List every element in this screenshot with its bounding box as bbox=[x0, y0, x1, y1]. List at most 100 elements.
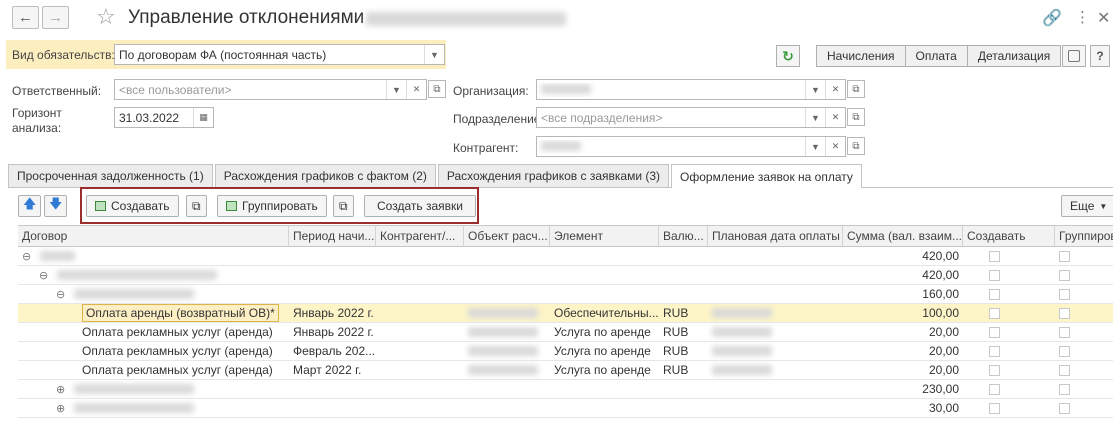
copy-create-button[interactable]: ⧉ bbox=[186, 195, 207, 217]
cell-contract[interactable]: ⊖ bbox=[18, 285, 289, 303]
cell-create[interactable] bbox=[963, 361, 1055, 379]
responsible-field[interactable]: <все пользователи> ▼ ✕ bbox=[114, 79, 427, 100]
tab-schedule-vs-fact[interactable]: Расхождения графиков с фактом (2) bbox=[214, 164, 436, 187]
col-period[interactable]: Период начи... bbox=[289, 226, 376, 246]
cell-create[interactable] bbox=[963, 247, 1055, 265]
more-button[interactable]: Еще ▼ bbox=[1061, 195, 1113, 217]
cell-planned-date[interactable] bbox=[708, 247, 843, 265]
cell-object[interactable] bbox=[464, 247, 550, 265]
cell-group[interactable] bbox=[1055, 361, 1113, 379]
cell-element[interactable] bbox=[550, 247, 659, 265]
create-checkbox[interactable] bbox=[988, 326, 1000, 338]
cell-contract[interactable]: ⊕ bbox=[18, 380, 289, 398]
cell-sum[interactable]: 420,00 bbox=[843, 247, 963, 265]
cell-counterparty[interactable] bbox=[376, 266, 464, 284]
col-sum[interactable]: Сумма (вал. взаим... bbox=[843, 226, 963, 246]
cell-period[interactable]: Январь 2022 г. bbox=[289, 323, 376, 341]
table-row[interactable]: ⊕ 30,00 bbox=[18, 399, 1113, 418]
cell-counterparty[interactable] bbox=[376, 361, 464, 379]
cell-element[interactable] bbox=[550, 380, 659, 398]
group-checkbox[interactable] bbox=[1059, 307, 1070, 319]
close-icon[interactable]: ✕ bbox=[1097, 8, 1110, 28]
view-accruals[interactable]: Начисления bbox=[817, 46, 906, 66]
expand-icon[interactable]: ⊕ bbox=[56, 402, 65, 415]
col-object[interactable]: Объект расч... bbox=[464, 226, 550, 246]
cell-create[interactable] bbox=[963, 304, 1055, 322]
cell-planned-date[interactable] bbox=[708, 361, 843, 379]
view-details[interactable]: Детализация bbox=[968, 46, 1060, 66]
table-row[interactable]: ⊕ 230,00 bbox=[18, 380, 1113, 399]
cell-object[interactable] bbox=[464, 399, 550, 417]
obligation-select[interactable]: По договорам ФА (постоянная часть) ▼ bbox=[114, 44, 445, 65]
cell-element[interactable]: Услуга по аренде bbox=[550, 342, 659, 360]
cell-currency[interactable] bbox=[659, 285, 708, 303]
cell-object[interactable] bbox=[464, 266, 550, 284]
collapse-icon[interactable]: ⊖ bbox=[56, 288, 65, 301]
cell-currency[interactable]: RUB bbox=[659, 361, 708, 379]
open-icon[interactable]: ⧉ bbox=[847, 108, 865, 126]
open-icon[interactable]: ⧉ bbox=[428, 80, 446, 98]
counterparty-field[interactable]: ▼ ✕ bbox=[536, 136, 846, 157]
cell-counterparty[interactable] bbox=[376, 304, 464, 322]
cell-contract[interactable]: Оплата аренды (возвратный ОВ)* bbox=[18, 304, 289, 322]
cell-planned-date[interactable] bbox=[708, 380, 843, 398]
cell-sum[interactable]: 20,00 bbox=[843, 323, 963, 341]
group-checkbox[interactable] bbox=[1059, 326, 1070, 338]
cell-create[interactable] bbox=[963, 380, 1055, 398]
table-row[interactable]: ⊖ 420,00 bbox=[18, 266, 1113, 285]
create-checkbox[interactable] bbox=[988, 269, 1000, 281]
cell-group[interactable] bbox=[1055, 380, 1113, 398]
clear-icon[interactable]: ✕ bbox=[825, 108, 845, 127]
create-checkbox[interactable] bbox=[988, 345, 1000, 357]
cell-contract[interactable]: Оплата рекламных услуг (аренда) bbox=[18, 342, 289, 360]
group-checkbox[interactable] bbox=[1059, 364, 1070, 376]
cell-currency[interactable]: RUB bbox=[659, 342, 708, 360]
help-button[interactable]: ? bbox=[1090, 45, 1110, 67]
cell-period[interactable] bbox=[289, 285, 376, 303]
tab-overdue[interactable]: Просроченная задолженность (1) bbox=[8, 164, 213, 187]
cell-period[interactable] bbox=[289, 266, 376, 284]
cell-object[interactable] bbox=[464, 361, 550, 379]
cell-contract[interactable]: Оплата рекламных услуг (аренда) bbox=[18, 361, 289, 379]
cell-sum[interactable]: 20,00 bbox=[843, 342, 963, 360]
col-counterparty[interactable]: Контрагент/... bbox=[376, 226, 464, 246]
cell-currency[interactable] bbox=[659, 380, 708, 398]
col-group[interactable]: Группиров bbox=[1055, 226, 1113, 246]
cell-planned-date[interactable] bbox=[708, 285, 843, 303]
cell-counterparty[interactable] bbox=[376, 342, 464, 360]
group-checkbox[interactable] bbox=[1059, 269, 1070, 281]
cell-period[interactable] bbox=[289, 380, 376, 398]
organization-field[interactable]: ▼ ✕ bbox=[536, 79, 846, 100]
group-checkbox[interactable] bbox=[1059, 288, 1070, 300]
group-checkbox[interactable] bbox=[1059, 402, 1070, 414]
create-button[interactable]: Создавать bbox=[86, 195, 179, 217]
cell-element[interactable] bbox=[550, 285, 659, 303]
cell-currency[interactable] bbox=[659, 399, 708, 417]
col-element[interactable]: Элемент bbox=[550, 226, 659, 246]
clear-icon[interactable]: ✕ bbox=[406, 80, 426, 99]
table-row[interactable]: Оплата рекламных услуг (аренда) Февраль 2… bbox=[18, 342, 1113, 361]
cell-currency[interactable] bbox=[659, 266, 708, 284]
move-down-button[interactable]: 🡇 bbox=[44, 195, 68, 217]
cell-counterparty[interactable] bbox=[376, 285, 464, 303]
create-checkbox[interactable] bbox=[988, 364, 1000, 376]
tab-payment-requests[interactable]: Оформление заявок на оплату bbox=[671, 164, 862, 188]
cell-object[interactable] bbox=[464, 323, 550, 341]
move-up-button[interactable]: 🡅 bbox=[18, 195, 42, 217]
chevron-down-icon[interactable]: ▼ bbox=[386, 80, 406, 99]
create-checkbox[interactable] bbox=[988, 307, 1000, 319]
calendar-icon[interactable]: ▦ bbox=[193, 108, 213, 127]
cell-currency[interactable]: RUB bbox=[659, 323, 708, 341]
cell-group[interactable] bbox=[1055, 247, 1113, 265]
cell-planned-date[interactable] bbox=[708, 323, 843, 341]
cell-counterparty[interactable] bbox=[376, 399, 464, 417]
cell-sum[interactable]: 20,00 bbox=[843, 361, 963, 379]
tab-schedule-vs-requests[interactable]: Расхождения графиков с заявками (3) bbox=[437, 164, 670, 187]
cell-object[interactable] bbox=[464, 285, 550, 303]
cell-currency[interactable]: RUB bbox=[659, 304, 708, 322]
col-contract[interactable]: Договор bbox=[18, 226, 289, 246]
cell-group[interactable] bbox=[1055, 399, 1113, 417]
cell-sum[interactable]: 420,00 bbox=[843, 266, 963, 284]
cell-create[interactable] bbox=[963, 342, 1055, 360]
cell-group[interactable] bbox=[1055, 323, 1113, 341]
